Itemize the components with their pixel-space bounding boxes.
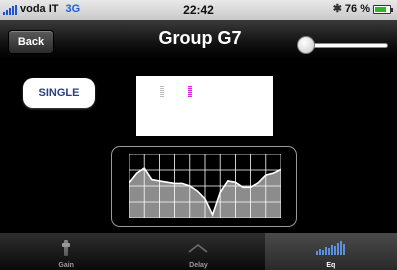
single-mode-button[interactable]: SINGLE	[23, 78, 95, 108]
tab-eq[interactable]: Eq	[264, 233, 397, 270]
tab-eq-label: Eq	[326, 262, 336, 269]
volume-slider[interactable]	[296, 36, 388, 54]
eq-graph-frame[interactable]	[111, 146, 297, 227]
battery-fill	[375, 7, 386, 12]
tab-gain[interactable]: Gain	[0, 233, 132, 270]
battery-icon	[373, 5, 393, 14]
tab-delay[interactable]: Delay	[132, 233, 264, 270]
battery-percent: 76 %	[344, 3, 370, 15]
status-bar: voda IT 3G 22:42 ✱ 76 %	[0, 0, 397, 20]
level-meter-panel	[136, 76, 273, 136]
tab-gain-label: Gain	[58, 262, 74, 269]
slider-thumb[interactable]	[297, 36, 316, 54]
meter-bar-pink	[188, 86, 192, 97]
page-title: Group G7	[158, 28, 242, 48]
back-button[interactable]: Back	[8, 30, 54, 54]
tab-delay-label: Delay	[189, 262, 208, 269]
eq-bars-icon	[316, 241, 346, 255]
tab-bar: Gain Delay Eq	[0, 233, 397, 270]
nav-bar: Back Group G7	[0, 20, 397, 60]
meter-bar-gray	[160, 86, 164, 97]
fader-icon	[62, 240, 71, 256]
delay-chevron-icon	[189, 244, 208, 253]
bluetooth-icon: ✱	[332, 3, 342, 15]
status-right: ✱ 76 %	[332, 3, 393, 15]
eq-curve-graph[interactable]	[129, 154, 281, 218]
